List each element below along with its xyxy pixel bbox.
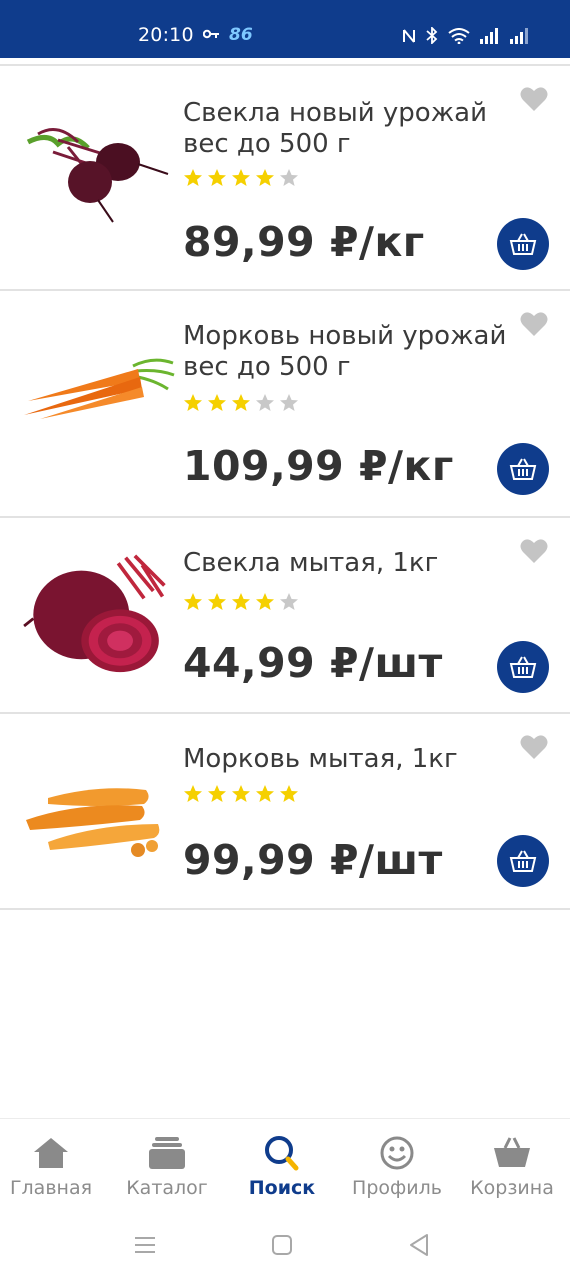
star-empty-icon xyxy=(280,169,298,186)
heart-icon[interactable] xyxy=(520,734,548,760)
product-card[interactable]: Морковь новый урожай вес до 500 г 109,99… xyxy=(0,291,570,518)
star-filled-icon xyxy=(208,394,226,411)
product-card[interactable]: Свекла новый урожай вес до 500 г 89,99 ₽… xyxy=(0,64,570,291)
rating-stars xyxy=(183,592,299,612)
product-name[interactable]: Морковь новый урожай вес до 500 г xyxy=(183,321,518,383)
product-card[interactable]: Морковь мытая, 1кг 99,99 ₽/шт xyxy=(0,714,570,910)
nav-item-search[interactable]: Поиск xyxy=(225,1119,339,1211)
star-filled-icon xyxy=(232,593,250,610)
signal-icon xyxy=(510,28,528,44)
add-to-cart-button[interactable] xyxy=(497,835,549,887)
catalog-icon xyxy=(149,1137,185,1169)
star-filled-icon xyxy=(208,785,226,802)
rating-stars xyxy=(183,784,299,804)
star-filled-icon xyxy=(232,169,250,186)
add-to-cart-button[interactable] xyxy=(497,641,549,693)
beet-bunch-image xyxy=(26,128,169,223)
star-filled-icon xyxy=(232,394,250,411)
add-to-cart-button[interactable] xyxy=(497,218,549,270)
product-price: 44,99 ₽/шт xyxy=(183,639,443,687)
heart-icon[interactable] xyxy=(520,311,548,337)
product-price: 99,99 ₽/шт xyxy=(183,836,443,884)
wifi-icon xyxy=(448,28,470,44)
rating-stars xyxy=(183,168,299,188)
basket-icon xyxy=(509,656,537,678)
star-filled-icon xyxy=(184,785,202,802)
product-price: 89,99 ₽/кг xyxy=(183,218,425,266)
signal-icon xyxy=(480,28,498,44)
basket-icon xyxy=(509,233,537,255)
nav-item-basket[interactable]: Корзина xyxy=(455,1119,569,1211)
star-filled-icon xyxy=(232,785,250,802)
product-name[interactable]: Свекла новый урожай вес до 500 г xyxy=(183,98,518,160)
star-filled-icon xyxy=(256,593,274,610)
star-empty-icon xyxy=(256,394,274,411)
star-filled-icon xyxy=(280,785,298,802)
heart-icon[interactable] xyxy=(520,538,548,564)
status-time: 20:10 xyxy=(138,24,194,46)
rating-stars xyxy=(183,393,299,413)
nav-label: Главная xyxy=(9,1177,93,1199)
nav-item-profile[interactable]: Профиль xyxy=(340,1119,454,1211)
bottom-nav: Главная Каталог Поиск Профиль Корзина xyxy=(0,1118,570,1210)
star-filled-icon xyxy=(256,785,274,802)
nav-label: Профиль xyxy=(352,1177,442,1199)
status-bar: 20:10 86 xyxy=(0,0,570,58)
basket-icon xyxy=(509,458,537,480)
profile-icon xyxy=(380,1136,414,1170)
product-name[interactable]: Морковь мытая, 1кг xyxy=(183,744,518,775)
basket-icon xyxy=(494,1137,530,1167)
key-icon xyxy=(203,29,219,39)
star-empty-icon xyxy=(280,394,298,411)
menu-icon[interactable] xyxy=(132,1232,158,1258)
product-name[interactable]: Свекла мытая, 1кг xyxy=(183,548,518,579)
network-speed: 86 xyxy=(229,25,253,45)
nav-label: Поиск xyxy=(248,1177,316,1199)
star-filled-icon xyxy=(256,169,274,186)
home-icon xyxy=(34,1138,68,1168)
star-filled-icon xyxy=(184,593,202,610)
product-price: 109,99 ₽/кг xyxy=(183,442,454,490)
status-icons xyxy=(402,27,530,44)
nav-label: Каталог xyxy=(126,1177,208,1199)
beet-half-image xyxy=(23,554,166,673)
star-filled-icon xyxy=(208,593,226,610)
star-filled-icon xyxy=(184,394,202,411)
carrot-bunch-image xyxy=(24,358,175,419)
basket-icon xyxy=(509,850,537,872)
back-icon[interactable] xyxy=(406,1232,432,1258)
product-card[interactable]: Свекла мытая, 1кг 44,99 ₽/шт xyxy=(0,518,570,714)
carrot-pile-image xyxy=(26,788,160,857)
home-square-icon[interactable] xyxy=(269,1232,295,1258)
search-icon xyxy=(265,1136,299,1171)
add-to-cart-button[interactable] xyxy=(497,443,549,495)
star-empty-icon xyxy=(280,593,298,610)
star-filled-icon xyxy=(184,169,202,186)
system-nav-bar xyxy=(0,1210,570,1280)
nfc-icon xyxy=(403,29,415,43)
nav-item-catalog[interactable]: Каталог xyxy=(110,1119,224,1211)
product-list: Свекла новый урожай вес до 500 г 89,99 ₽… xyxy=(0,64,570,910)
star-filled-icon xyxy=(208,169,226,186)
heart-icon[interactable] xyxy=(520,86,548,112)
bluetooth-icon xyxy=(426,27,438,44)
nav-item-home[interactable]: Главная xyxy=(0,1119,108,1211)
nav-label: Корзина xyxy=(470,1177,554,1199)
